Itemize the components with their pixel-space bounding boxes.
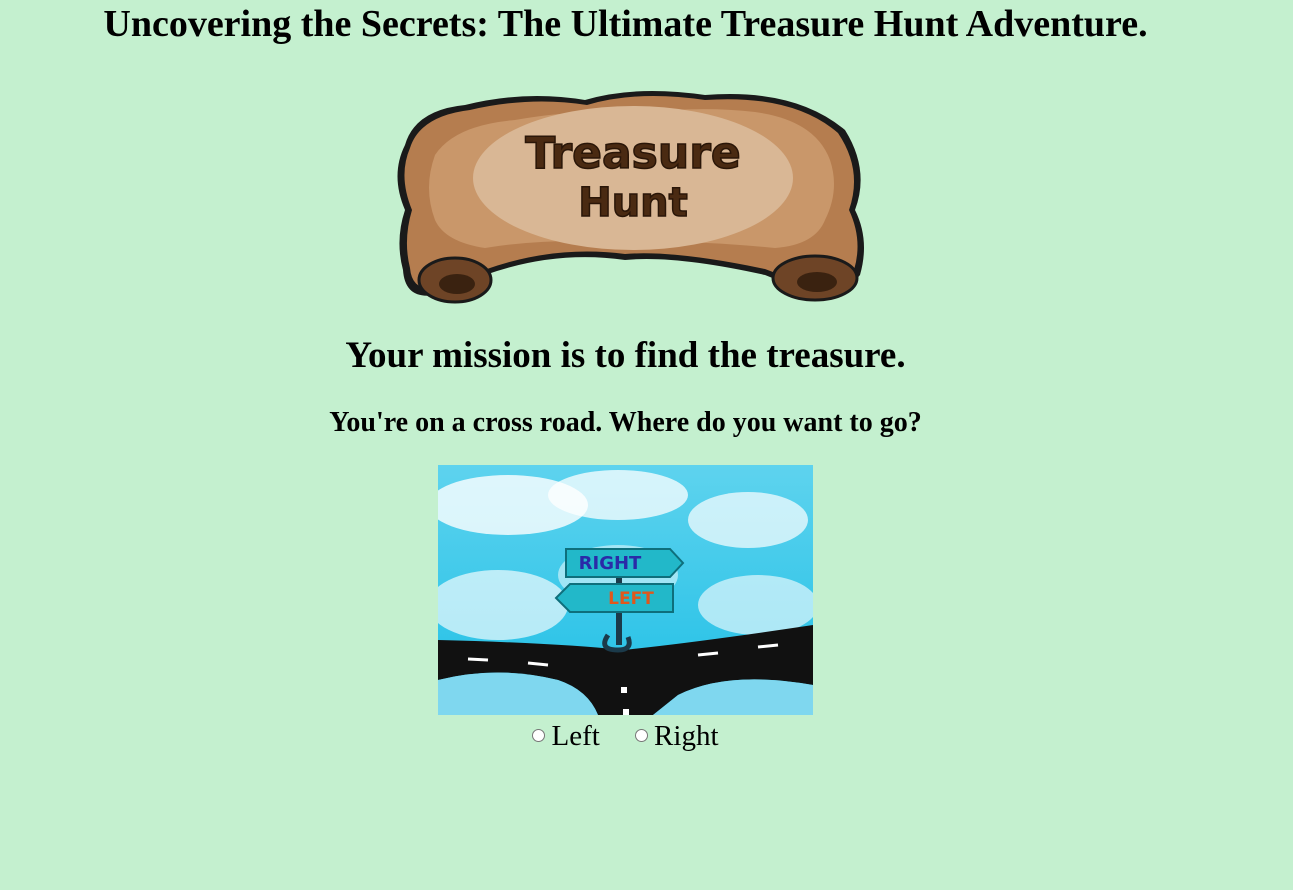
sign-right-label: RIGHT <box>579 553 642 574</box>
choice-left[interactable]: Left <box>532 718 600 754</box>
left-radio[interactable] <box>532 729 546 742</box>
choice-right-label: Right <box>654 719 719 752</box>
page-title: Uncovering the Secrets: The Ultimate Tre… <box>103 3 1148 45</box>
treasure-hunt-banner: Treasure Hunt <box>397 91 864 304</box>
sign-left: LEFT <box>554 583 674 613</box>
choice-left-label: Left <box>551 719 600 752</box>
sign-left-label: LEFT <box>608 589 654 609</box>
direction-choices: Left Right <box>0 715 1251 754</box>
banner-line1: Treasure <box>525 128 740 179</box>
sign-right: RIGHT <box>565 548 685 578</box>
banner-line2: Hunt <box>578 180 688 226</box>
crossroad-question: You're on a cross road. Where do you wan… <box>329 407 922 438</box>
choice-right[interactable]: Right <box>635 718 719 754</box>
right-radio[interactable] <box>635 729 649 742</box>
crossroad-image: RIGHT LEFT <box>438 465 813 715</box>
mission-heading: Your mission is to find the treasure. <box>345 335 906 376</box>
page: Uncovering the Secrets: The Ultimate Tre… <box>0 0 1293 890</box>
